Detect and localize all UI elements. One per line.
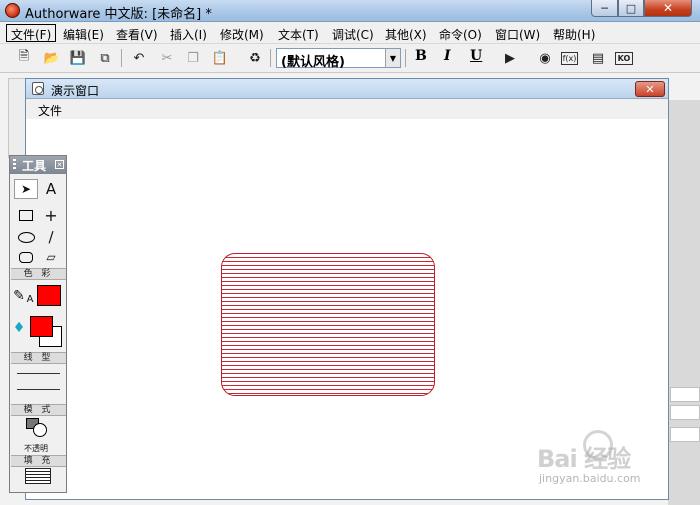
text-style-select[interactable]: (默认风格) ▼ — [276, 48, 401, 70]
rounded-rectangle-tool-icon[interactable] — [14, 247, 38, 267]
straight-line-tool-icon[interactable]: + — [39, 205, 63, 225]
grip-icon[interactable] — [13, 159, 16, 171]
toolbar-separator — [121, 49, 122, 67]
ellipse-tool-icon[interactable] — [14, 227, 38, 247]
underline-button[interactable]: U — [470, 48, 482, 64]
app-titlebar: Authorware 中文版: [未命名] * ─ □ ✕ — [0, 0, 700, 22]
rounded-rectangle-shape[interactable] — [221, 253, 435, 396]
watermark-url: jingyan.baidu.com — [539, 472, 641, 485]
tools-panel: 工具 ✕ ➤ A + ∕ ▱ 色 彩 ✎ A ♦ 线 型 模 式 不透明 填 充 — [9, 155, 67, 493]
menu-file[interactable]: 文件(F) — [11, 26, 51, 43]
function-window-icon[interactable]: f(x) — [561, 52, 578, 65]
menubar: 文件(F) 编辑(E) 查看(V) 插入(I) 修改(M) 文本(T) 调试(C… — [0, 22, 700, 44]
color-section-label: 色 彩 — [11, 268, 66, 280]
right-strip-row — [670, 405, 700, 420]
presentation-window-titlebar: 演示窗口 ✕ — [26, 79, 668, 99]
diagonal-line-tool-icon[interactable]: ∕ — [39, 227, 63, 247]
pointer-tool-icon[interactable]: ➤ — [14, 179, 38, 199]
presentation-window-icon — [32, 82, 44, 95]
menu-view[interactable]: 查看(V) — [116, 26, 158, 43]
minimize-button[interactable]: ─ — [591, 0, 618, 17]
baidu-jingyan-watermark: Bai 经验 jingyan.baidu.com — [533, 430, 663, 492]
fill-section-label: 填 充 — [11, 455, 66, 467]
text-color-icon: A — [26, 293, 34, 305]
close-button[interactable]: ✕ — [644, 0, 692, 17]
authorware-app-icon[interactable] — [5, 3, 20, 18]
tools-panel-title: 工具 — [22, 159, 47, 173]
new-file-icon[interactable]: 🗎 — [14, 49, 34, 67]
right-strip-row — [670, 387, 700, 402]
cut-icon[interactable]: ✂ — [157, 49, 177, 67]
open-file-icon[interactable]: 📂 — [42, 49, 62, 67]
text-tool-icon[interactable]: A — [39, 179, 63, 199]
tools-panel-titlebar[interactable]: 工具 ✕ — [10, 156, 66, 174]
text-style-value: (默认风格) — [281, 55, 345, 70]
menu-modify[interactable]: 修改(M) — [220, 26, 264, 43]
menu-debug[interactable]: 调试(C) — [332, 26, 374, 43]
polygon-tool-icon[interactable]: ▱ — [39, 247, 63, 267]
line-style-thin[interactable] — [17, 373, 60, 374]
chevron-down-icon[interactable]: ▼ — [385, 49, 400, 67]
toolbar-separator — [270, 49, 271, 67]
paste-icon[interactable]: 📋 — [210, 49, 230, 67]
knowledge-objects-icon[interactable]: KO — [615, 52, 633, 65]
mode-section-label: 模 式 — [11, 404, 66, 416]
variable-window-icon[interactable]: ▤ — [588, 49, 608, 67]
italic-button[interactable]: I — [444, 48, 451, 64]
paint-bucket-icon: ♦ — [12, 320, 26, 336]
menu-command[interactable]: 命令(O) — [439, 26, 482, 43]
copy-icon[interactable]: ❐ — [183, 49, 203, 67]
control-panel-icon[interactable]: ◉ — [535, 49, 555, 67]
mode-caption: 不透明 — [24, 444, 48, 453]
line-color-swatch[interactable] — [37, 285, 61, 306]
find-icon[interactable]: ♻ — [245, 49, 265, 67]
presentation-window-title: 演示窗口 — [51, 84, 100, 98]
close-icon[interactable]: ✕ — [55, 160, 64, 169]
right-workspace-strip — [668, 100, 700, 505]
line-style-section-label: 线 型 — [11, 352, 66, 364]
rectangle-tool-icon[interactable] — [14, 205, 38, 225]
menu-window[interactable]: 窗口(W) — [495, 26, 540, 43]
bold-button[interactable]: B — [415, 48, 427, 64]
app-title: Authorware 中文版: [未命名] * — [25, 7, 212, 22]
run-icon[interactable]: ▶ — [500, 49, 520, 67]
menu-insert[interactable]: 插入(I) — [170, 26, 207, 43]
maximize-button[interactable]: □ — [618, 0, 644, 17]
right-strip-row — [670, 427, 700, 442]
watermark-logo: Bai 经验 — [537, 445, 631, 473]
line-style-default[interactable] — [17, 389, 60, 390]
presentation-menu-file[interactable]: 文件 — [38, 102, 62, 119]
fill-foreground-color-swatch[interactable] — [30, 316, 53, 337]
save-all-icon[interactable]: 💾 — [68, 49, 88, 67]
presentation-menubar: 文件 — [26, 99, 668, 119]
toolbar-separator — [405, 49, 406, 67]
menu-help[interactable]: 帮助(H) — [553, 26, 595, 43]
menu-other[interactable]: 其他(X) — [385, 26, 427, 43]
presentation-close-button[interactable]: ✕ — [635, 81, 665, 97]
menu-text[interactable]: 文本(T) — [278, 26, 319, 43]
import-icon[interactable]: ⧉ — [95, 49, 115, 67]
fill-pattern-swatch[interactable] — [25, 468, 51, 484]
opaque-mode-icon[interactable] — [24, 417, 50, 439]
menu-edit[interactable]: 编辑(E) — [63, 26, 104, 43]
undo-icon[interactable]: ↶ — [129, 49, 149, 67]
